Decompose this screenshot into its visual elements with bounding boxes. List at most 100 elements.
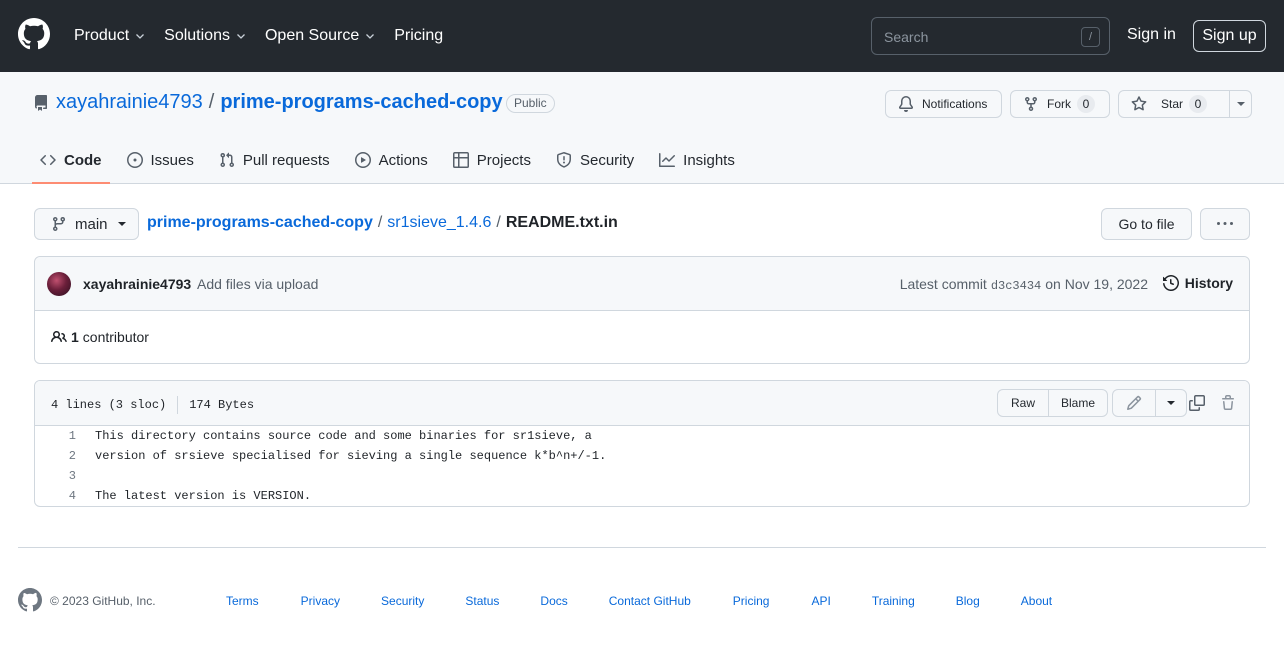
edit-dropdown-button[interactable]: [1155, 390, 1186, 416]
notifications-button[interactable]: Notifications: [885, 90, 1002, 118]
tab-insights[interactable]: Insights: [651, 144, 743, 176]
tab-code[interactable]: Code: [32, 144, 110, 184]
code-line: 3: [35, 466, 1249, 486]
blame-button[interactable]: Blame: [1048, 390, 1107, 416]
fork-count: 0: [1077, 95, 1095, 113]
line-text: The latest version is VERSION.: [95, 489, 312, 503]
repo-title: xayahrainie4793 / prime-programs-cached-…: [56, 91, 503, 114]
latest-commit-box: xayahrainie4793 Add files via upload Lat…: [34, 256, 1250, 364]
file-size: 174 Bytes: [189, 398, 255, 412]
footer-link-pricing[interactable]: Pricing: [733, 594, 770, 608]
nav-solutions[interactable]: Solutions: [164, 24, 247, 48]
code-line: 4 The latest version is VERSION.: [35, 486, 1249, 506]
line-number[interactable]: 3: [35, 469, 76, 483]
nav-open-source[interactable]: Open Source: [265, 24, 376, 48]
branch-name: main: [75, 215, 108, 233]
history-label: History: [1184, 275, 1233, 291]
graph-icon: [659, 153, 676, 167]
fork-button[interactable]: Fork 0: [1010, 90, 1110, 118]
line-number[interactable]: 1: [35, 429, 76, 443]
latest-commit-info: Latest commit d3c3434 on Nov 19, 2022: [900, 276, 1148, 293]
go-to-file-button[interactable]: Go to file: [1101, 208, 1192, 240]
tab-issues[interactable]: Issues: [119, 144, 202, 176]
breadcrumb-dir-link[interactable]: sr1sieve_1.4.6: [387, 214, 491, 232]
star-label: Star: [1161, 97, 1184, 111]
star-count: 0: [1189, 95, 1208, 113]
repo-icon: [35, 95, 47, 111]
footer-link-docs[interactable]: Docs: [540, 594, 567, 608]
visibility-badge: Public: [506, 94, 555, 113]
breadcrumb-repo-link[interactable]: prime-programs-cached-copy: [147, 214, 373, 232]
star-list-dropdown[interactable]: [1230, 102, 1251, 106]
nav-product[interactable]: Product: [74, 24, 146, 48]
footer-link-status[interactable]: Status: [465, 594, 499, 608]
copy-icon: [1189, 395, 1205, 411]
raw-button[interactable]: Raw: [998, 390, 1048, 416]
repo-name-link[interactable]: prime-programs-cached-copy: [220, 91, 502, 114]
footer-link-training[interactable]: Training: [872, 594, 915, 608]
nav-open-source-label: Open Source: [264, 27, 360, 44]
sign-up-button[interactable]: Sign up: [1193, 20, 1266, 52]
avatar[interactable]: [47, 272, 71, 296]
footer-copyright: © 2023 GitHub, Inc.: [50, 594, 156, 608]
kebab-horizontal-icon: [1217, 222, 1233, 225]
branch-selector[interactable]: main: [34, 208, 139, 240]
top-nav: Product Solutions Open Source Pricing: [74, 24, 461, 48]
footer-link-terms[interactable]: Terms: [226, 594, 259, 608]
breadcrumb: prime-programs-cached-copy / sr1sieve_1.…: [147, 214, 618, 232]
tab-insights-label: Insights: [683, 151, 735, 169]
tab-pull-requests[interactable]: Pull requests: [211, 144, 338, 176]
footer-link-api[interactable]: API: [811, 594, 830, 608]
commit-sha-link[interactable]: d3c3434: [991, 279, 1041, 293]
sign-in-link[interactable]: Sign in: [1127, 26, 1176, 44]
caret-down-icon: [117, 222, 126, 226]
fork-label: Fork: [1047, 97, 1071, 111]
breadcrumb-separator: /: [377, 214, 383, 231]
history-link[interactable]: History: [1162, 275, 1233, 291]
nav-pricing[interactable]: Pricing: [394, 24, 443, 48]
github-logo-icon[interactable]: [18, 18, 50, 50]
commit-message-link[interactable]: Add files via upload: [197, 276, 318, 292]
star-icon: [1131, 96, 1147, 111]
delete-file-button[interactable]: [1219, 394, 1237, 412]
copy-raw-button[interactable]: [1188, 394, 1206, 412]
tab-security[interactable]: Security: [548, 144, 642, 176]
more-options-button[interactable]: [1200, 208, 1250, 240]
commit-author-link[interactable]: xayahrainie4793: [83, 276, 191, 292]
tab-code-label: Code: [64, 151, 102, 169]
tab-projects-label: Projects: [476, 151, 531, 169]
footer-link-privacy[interactable]: Privacy: [301, 594, 340, 608]
nav-solutions-label: Solutions: [164, 27, 230, 44]
nav-pricing-label: Pricing: [394, 27, 444, 44]
star-button[interactable]: Star 0: [1131, 95, 1219, 113]
tab-actions-label: Actions: [378, 151, 428, 169]
footer-link-security[interactable]: Security: [381, 594, 424, 608]
raw-blame-group: Raw Blame: [997, 389, 1108, 417]
breadcrumb-separator: /: [496, 214, 501, 231]
caret-down-icon: [1167, 401, 1175, 405]
tab-pull-requests-label: Pull requests: [242, 151, 330, 169]
github-logo-icon[interactable]: [18, 588, 42, 612]
footer-link-contact[interactable]: Contact GitHub: [609, 594, 691, 608]
edit-button[interactable]: [1113, 390, 1155, 416]
contributors-count: 1: [71, 329, 79, 345]
search-input[interactable]: Search /: [871, 17, 1110, 55]
commit-date: on Nov 19, 2022: [1045, 276, 1148, 292]
breadcrumb-file-name: README.txt.in: [505, 214, 618, 231]
tab-actions[interactable]: Actions: [347, 144, 436, 176]
repo-tabs: Code Issues Pull requests Actions Projec…: [32, 144, 752, 184]
footer-link-about[interactable]: About: [1021, 594, 1052, 608]
repo-owner-link[interactable]: xayahrainie4793: [56, 91, 203, 114]
history-icon: [1162, 275, 1179, 291]
nav-product-label: Product: [74, 27, 130, 44]
line-number[interactable]: 2: [35, 449, 76, 463]
code-icon: [40, 154, 56, 166]
line-number[interactable]: 4: [35, 489, 76, 503]
contributors-link[interactable]: 1 contributor: [51, 329, 149, 345]
tab-projects[interactable]: Projects: [445, 144, 539, 176]
fork-icon: [1025, 97, 1037, 112]
star-button-group: Star 0: [1118, 90, 1252, 118]
git-branch-icon: [52, 217, 65, 232]
footer-link-blog[interactable]: Blog: [956, 594, 980, 608]
people-icon: [51, 330, 67, 343]
